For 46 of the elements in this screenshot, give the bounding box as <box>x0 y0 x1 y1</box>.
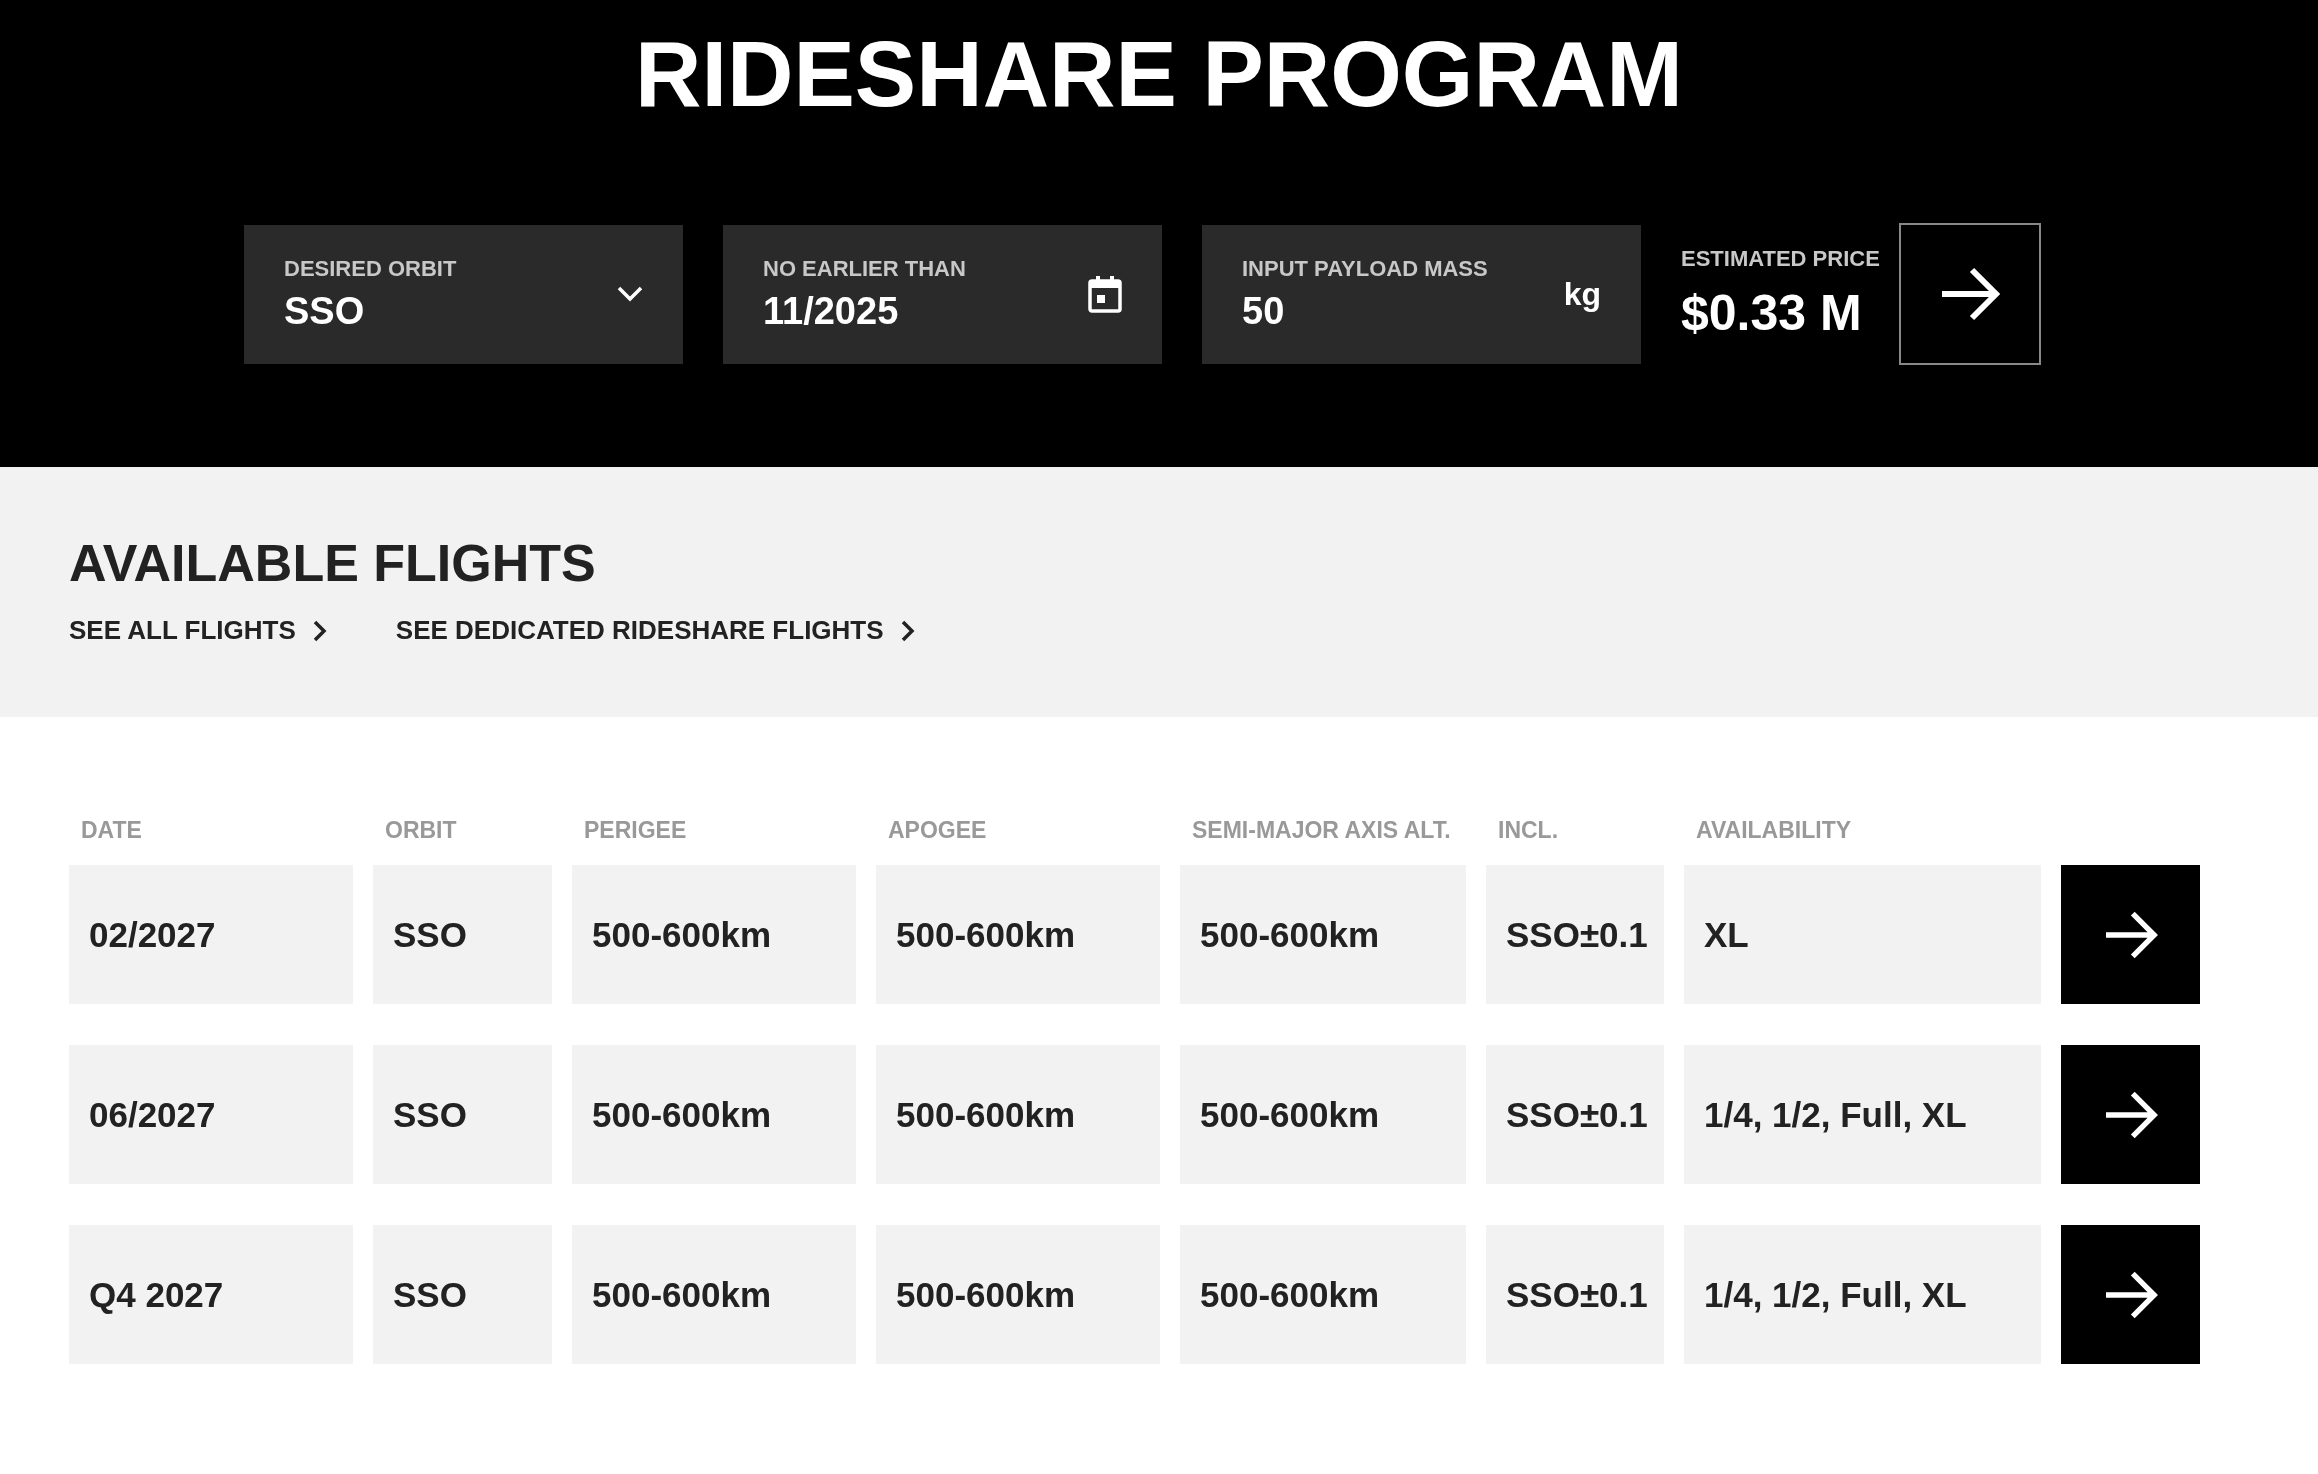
table-cell: 500-600km <box>876 865 1160 1004</box>
row-arrow-button[interactable] <box>2061 1225 2200 1364</box>
column-header: SEMI-MAJOR AXIS ALT. <box>1191 817 1452 844</box>
table-cell: Q4 2027 <box>69 1225 353 1364</box>
table-cell: SSO±0.1 <box>1486 1045 1664 1184</box>
estimate-label: ESTIMATED PRICE <box>1681 246 1881 273</box>
table-cell: SSO±0.1 <box>1486 865 1664 1004</box>
table-cell: XL <box>1684 865 2041 1004</box>
estimate-value: $0.33 M <box>1681 284 1863 343</box>
nav-link[interactable]: SEE DEDICATED RIDESHARE FLIGHTS <box>395 615 916 646</box>
unit-label: kg <box>1563 275 1601 313</box>
table-cell: 500-600km <box>572 1225 856 1364</box>
column-header: DATE <box>80 817 143 844</box>
table-cell: SSO <box>373 1045 552 1184</box>
row-arrow-button[interactable] <box>2061 1045 2200 1184</box>
column-header: PERIGEE <box>583 817 688 844</box>
input-field[interactable]: INPUT PAYLOAD MASS 50 kg <box>1202 224 1641 364</box>
submit-arrow-button[interactable] <box>1899 223 2041 366</box>
table-cell: 500-600km <box>876 1225 1160 1364</box>
table-cell: 500-600km <box>1180 1225 1466 1364</box>
column-header: AVAILABILITY <box>1695 817 1853 844</box>
input-field[interactable]: DESIRED ORBIT SSO <box>244 224 683 364</box>
table-cell: 500-600km <box>876 1045 1160 1184</box>
column-header: INCL. <box>1497 817 1560 844</box>
table-cell: 1/4, 1/2, Full, XL <box>1684 1225 2041 1364</box>
section-heading: AVAILABLE FLIGHTS <box>69 533 597 593</box>
table-cell: SSO <box>373 865 552 1004</box>
table-cell: SSO±0.1 <box>1486 1225 1664 1364</box>
input-field[interactable]: NO EARLIER THAN 11/2025 <box>723 224 1162 364</box>
table-cell: 02/2027 <box>69 865 353 1004</box>
table-cell: SSO <box>373 1225 552 1364</box>
table-cell: 06/2027 <box>69 1045 353 1184</box>
column-header: ORBIT <box>384 817 458 844</box>
table-cell: 500-600km <box>1180 1045 1466 1184</box>
table-cell: 1/4, 1/2, Full, XL <box>1684 1045 2041 1184</box>
chevron-right-icon <box>311 618 328 643</box>
page-title: RIDESHARE PROGRAM <box>634 24 1684 126</box>
table-cell: 500-600km <box>1180 865 1466 1004</box>
chevron-down-icon <box>617 286 643 303</box>
row-arrow-button[interactable] <box>2061 865 2200 1004</box>
column-header: APOGEE <box>887 817 988 844</box>
table-cell: 500-600km <box>572 1045 856 1184</box>
calendar-icon <box>1088 275 1122 314</box>
nav-link[interactable]: SEE ALL FLIGHTS <box>69 615 328 646</box>
chevron-right-icon <box>899 618 916 643</box>
table-cell: 500-600km <box>572 865 856 1004</box>
